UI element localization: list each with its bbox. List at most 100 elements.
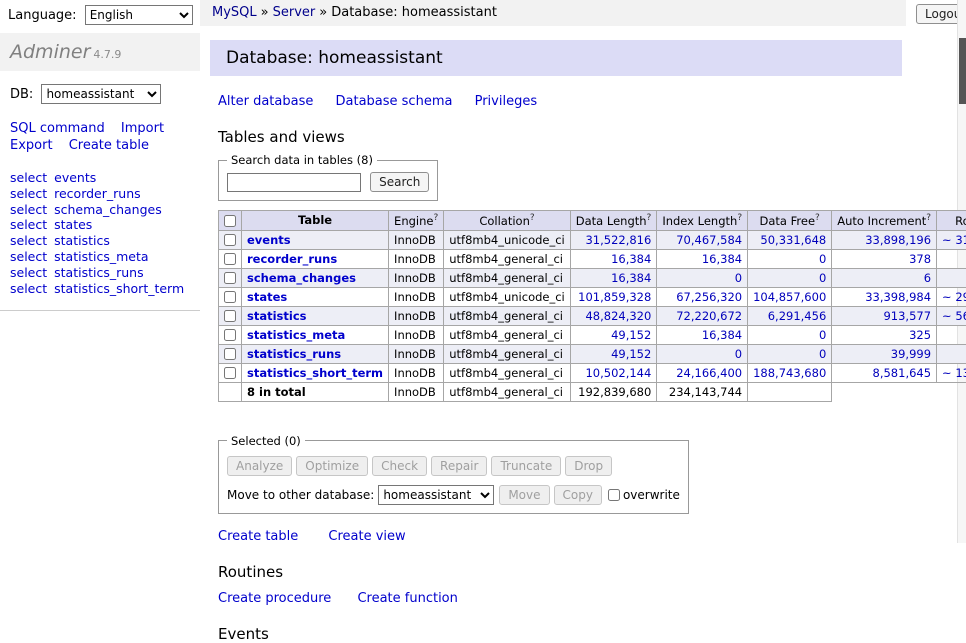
data-length-link[interactable]: 49,152 <box>611 328 651 342</box>
data-free-link[interactable]: 0 <box>819 252 826 266</box>
auto-increment-link[interactable]: 913,577 <box>883 309 931 323</box>
sidebar-table-link[interactable]: states <box>54 217 92 232</box>
data-length-link[interactable]: 16,384 <box>611 252 651 266</box>
sidebar-table-link[interactable]: statistics <box>54 233 110 248</box>
table-link[interactable]: states <box>247 290 287 304</box>
column-help-icon[interactable]: ? <box>815 213 820 223</box>
data-length-link[interactable]: 49,152 <box>611 347 651 361</box>
row-checkbox[interactable] <box>224 272 236 284</box>
data-length-link[interactable]: 101,859,328 <box>578 290 651 304</box>
sidebar-table-link[interactable]: statistics_short_term <box>54 281 184 296</box>
select-link[interactable]: select <box>10 265 47 280</box>
index-length-link[interactable]: 0 <box>735 347 742 361</box>
check-button[interactable]: Check <box>372 456 427 476</box>
index-length-link[interactable]: 16,384 <box>702 252 742 266</box>
scrollbar-thumb[interactable] <box>959 38 966 104</box>
auto-increment-link[interactable]: 378 <box>909 252 931 266</box>
analyze-button[interactable]: Analyze <box>227 456 292 476</box>
row-checkbox[interactable] <box>224 367 236 379</box>
select-link[interactable]: select <box>10 202 47 217</box>
index-length-link[interactable]: 0 <box>735 271 742 285</box>
auto-increment-link[interactable]: 39,999 <box>891 347 931 361</box>
table-link[interactable]: recorder_runs <box>247 252 337 266</box>
breadcrumb-server-link[interactable]: Server <box>273 5 316 20</box>
rows-link[interactable]: ~ 136,108 <box>942 366 966 380</box>
row-checkbox[interactable] <box>224 310 236 322</box>
rows-link[interactable]: ~ 299,833 <box>942 290 966 304</box>
auto-increment-link[interactable]: 6 <box>924 271 931 285</box>
table-link[interactable]: statistics_meta <box>247 328 345 342</box>
select-link[interactable]: select <box>10 186 47 201</box>
auto-increment-link[interactable]: 325 <box>909 328 931 342</box>
repair-button[interactable]: Repair <box>431 456 487 476</box>
select-link[interactable]: select <box>10 217 47 232</box>
table-link[interactable]: statistics <box>247 309 307 323</box>
index-length-link[interactable]: 24,166,400 <box>676 366 742 380</box>
select-link[interactable]: select <box>10 249 47 264</box>
search-input[interactable] <box>227 173 361 192</box>
sidebar-table-link[interactable]: recorder_runs <box>54 186 141 201</box>
create-table-link-main[interactable]: Create table <box>218 529 298 544</box>
row-checkbox[interactable] <box>224 234 236 246</box>
index-length-link[interactable]: 70,467,584 <box>676 233 742 247</box>
table-link[interactable]: statistics_runs <box>247 347 341 361</box>
sidebar-table-link[interactable]: statistics_runs <box>54 265 143 280</box>
index-length-link[interactable]: 67,256,320 <box>676 290 742 304</box>
search-button[interactable]: Search <box>370 172 429 192</box>
data-free-link[interactable]: 104,857,600 <box>753 290 826 304</box>
truncate-button[interactable]: Truncate <box>491 456 561 476</box>
breadcrumb-mysql-link[interactable]: MySQL <box>212 5 257 20</box>
row-checkbox[interactable] <box>224 348 236 360</box>
row-checkbox[interactable] <box>224 253 236 265</box>
auto-increment-link[interactable]: 33,898,196 <box>865 233 931 247</box>
select-all-checkbox[interactable] <box>224 215 236 227</box>
data-free-link[interactable]: 0 <box>819 328 826 342</box>
sidebar-table-link[interactable]: events <box>54 170 96 185</box>
column-help-icon[interactable]: ? <box>737 213 742 223</box>
sidebar-table-link[interactable]: schema_changes <box>54 202 162 217</box>
table-link[interactable]: events <box>247 233 291 247</box>
data-free-link[interactable]: 0 <box>819 347 826 361</box>
overwrite-label[interactable]: overwrite <box>623 488 680 502</box>
data-length-link[interactable]: 10,502,144 <box>585 366 651 380</box>
language-select[interactable]: English <box>85 5 193 25</box>
drop-button[interactable]: Drop <box>565 456 612 476</box>
create-procedure-link[interactable]: Create procedure <box>218 591 331 606</box>
data-length-link[interactable]: 31,522,816 <box>585 233 651 247</box>
create-table-link[interactable]: Create table <box>69 138 149 153</box>
column-help-icon[interactable]: ? <box>530 213 535 223</box>
data-free-link[interactable]: 50,331,648 <box>760 233 826 247</box>
sidebar-table-link[interactable]: statistics_meta <box>54 249 148 264</box>
privileges-link[interactable]: Privileges <box>475 94 538 109</box>
db-select[interactable]: homeassistant <box>41 84 161 104</box>
data-length-link[interactable]: 16,384 <box>611 271 651 285</box>
import-link[interactable]: Import <box>121 121 164 136</box>
create-view-link[interactable]: Create view <box>328 529 405 544</box>
overwrite-checkbox[interactable] <box>608 489 620 501</box>
table-link[interactable]: schema_changes <box>247 271 356 285</box>
select-link[interactable]: select <box>10 233 47 248</box>
table-link[interactable]: statistics_short_term <box>247 366 383 380</box>
move-button[interactable]: Move <box>499 485 549 505</box>
data-length-link[interactable]: 48,824,320 <box>585 309 651 323</box>
optimize-button[interactable]: Optimize <box>296 456 368 476</box>
sql-command-link[interactable]: SQL command <box>10 121 105 136</box>
row-checkbox[interactable] <box>224 329 236 341</box>
move-db-select[interactable]: homeassistant <box>378 485 494 505</box>
row-checkbox[interactable] <box>224 291 236 303</box>
column-help-icon[interactable]: ? <box>926 213 931 223</box>
index-length-link[interactable]: 16,384 <box>702 328 742 342</box>
auto-increment-link[interactable]: 8,581,645 <box>873 366 932 380</box>
export-link[interactable]: Export <box>10 138 53 153</box>
copy-button[interactable]: Copy <box>554 485 602 505</box>
column-help-icon[interactable]: ? <box>647 213 652 223</box>
auto-increment-link[interactable]: 33,398,984 <box>865 290 931 304</box>
rows-link[interactable]: ~ 569,159 <box>942 309 966 323</box>
alter-database-link[interactable]: Alter database <box>218 94 313 109</box>
database-schema-link[interactable]: Database schema <box>336 94 453 109</box>
index-length-link[interactable]: 72,220,672 <box>676 309 742 323</box>
select-link[interactable]: select <box>10 281 47 296</box>
select-link[interactable]: select <box>10 170 47 185</box>
column-help-icon[interactable]: ? <box>433 213 438 223</box>
rows-link[interactable]: ~ 312,180 <box>942 233 966 247</box>
